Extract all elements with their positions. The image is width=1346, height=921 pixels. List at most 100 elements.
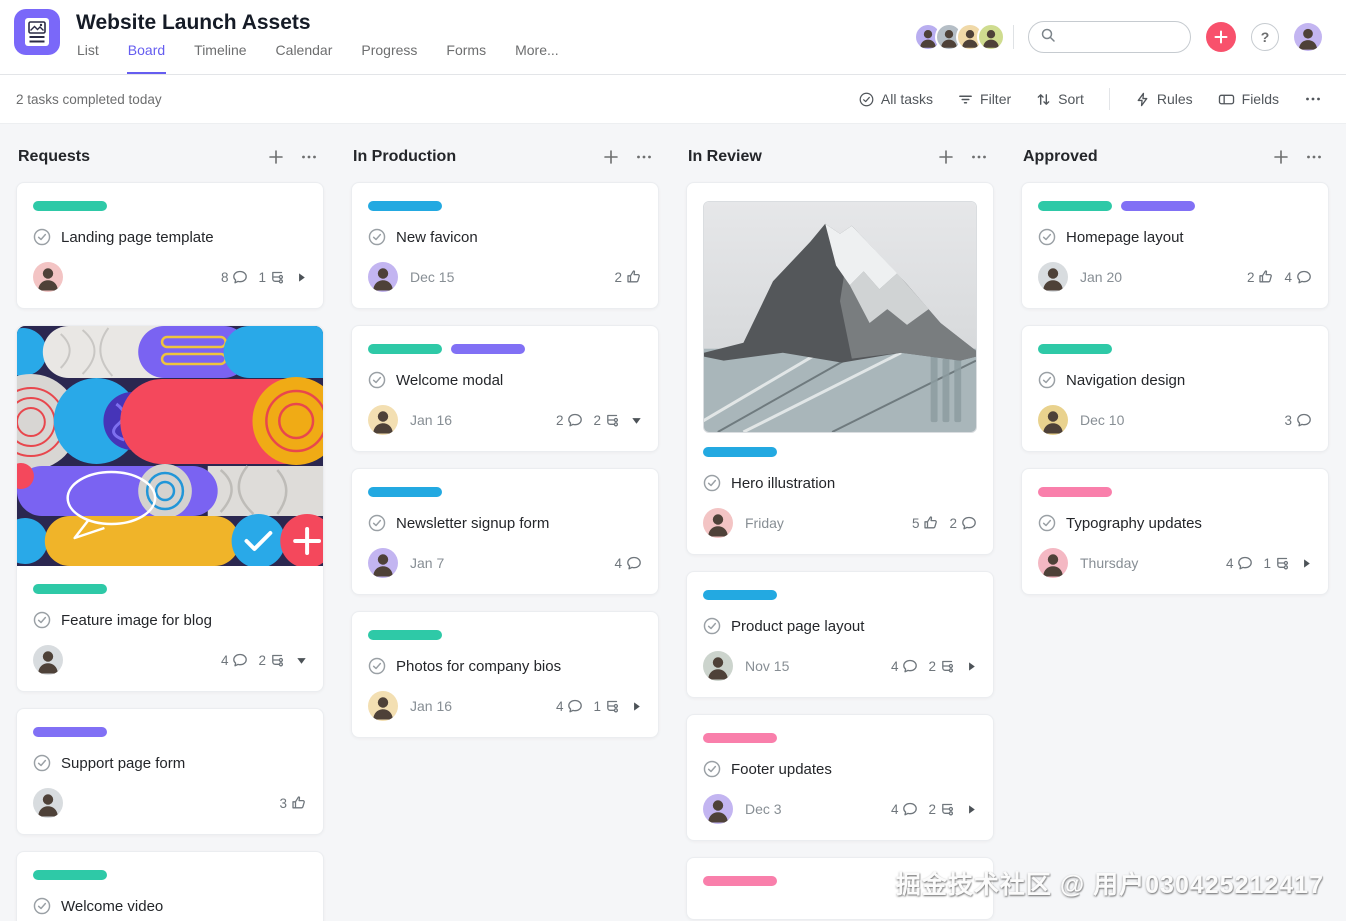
add-task-button[interactable] [938,149,954,165]
task-card[interactable]: Welcome video [16,851,324,921]
board-column: In Production New favicon Dec 15 2 Welcome m… [351,148,659,921]
toolbar-divider [1108,88,1110,110]
tag-bars [33,727,307,737]
task-card[interactable]: Landing page template 8 1 [16,182,324,309]
create-button[interactable] [1206,22,1236,52]
page-title: Website Launch Assets [76,11,311,34]
tag-bars [1038,487,1312,497]
sort-button[interactable]: Sort [1036,91,1084,107]
task-card[interactable]: Newsletter signup form Jan 7 4 [351,468,659,595]
header-divider [1013,25,1014,49]
task-card[interactable] [686,857,994,920]
rules-button[interactable]: Rules [1135,91,1193,107]
task-card[interactable]: Hero illustration Friday 5 2 [686,182,994,555]
task-title: Photos for company bios [396,657,562,675]
tab-progress[interactable]: Progress [360,40,418,74]
tab-forms[interactable]: Forms [445,40,487,74]
check-circle-icon [859,92,874,107]
count-value: 8 [220,269,229,285]
column-menu-button[interactable] [1305,148,1323,166]
tab-list[interactable]: List [76,40,100,74]
tag-bar-pink [703,733,777,743]
task-card[interactable]: Homepage layout Jan 20 2 4 [1021,182,1329,309]
member-avatar[interactable] [977,23,1005,51]
column-menu-button[interactable] [635,148,653,166]
collapse-subtasks-icon[interactable] [296,655,307,666]
ellipsis-icon [1304,90,1322,108]
due-date: Dec 10 [1080,412,1125,428]
tag-bar-pink [703,876,777,886]
task-title: Typography updates [1066,514,1202,532]
like-count: 2 [614,269,642,285]
more-options-button[interactable] [1304,90,1322,108]
task-footer: Friday 5 2 [703,508,977,538]
count-value: 3 [279,795,287,811]
count-value: 3 [1284,412,1292,428]
task-footer: Dec 15 2 [368,262,642,292]
task-card[interactable]: New favicon Dec 15 2 [351,182,659,309]
column-title: In Review [688,148,762,165]
like-icon [923,515,939,531]
task-title-row: Typography updates [1038,514,1312,532]
task-card[interactable]: Welcome modal Jan 16 2 2 [351,325,659,452]
subtask-icon [605,698,621,714]
card-body [687,858,993,919]
collapse-subtasks-icon[interactable] [631,415,642,426]
fields-button[interactable]: Fields [1218,91,1279,107]
tab-more[interactable]: More... [514,40,560,74]
task-title: Support page form [61,754,186,772]
add-task-button[interactable] [1273,149,1289,165]
task-card[interactable]: Typography updates Thursday 4 1 [1021,468,1329,595]
all-tasks-button[interactable]: All tasks [859,91,933,107]
assignee-avatar [33,645,63,675]
column-menu-button[interactable] [970,148,988,166]
card-body: Typography updates Thursday 4 1 [1022,469,1328,594]
task-card[interactable]: Footer updates Dec 342 [686,714,994,841]
tag-bars [703,876,977,886]
subtask-icon [1275,555,1291,571]
plus-icon [1214,30,1228,44]
due-date: Jan 16 [410,412,453,428]
task-card[interactable]: Feature image for blog 4 2 [16,325,324,692]
task-check-icon [33,228,51,246]
expand-subtasks-icon[interactable] [966,661,977,672]
search-input[interactable] [1062,28,1179,46]
task-card[interactable]: Product page layout Nov 15 4 2 [686,571,994,698]
filter-button[interactable]: Filter [958,91,1011,107]
comment-count: 4 [1284,269,1312,285]
subtask-icon [940,658,956,674]
tab-timeline[interactable]: Timeline [193,40,247,74]
add-task-button[interactable] [268,149,284,165]
expand-subtasks-icon[interactable] [966,804,977,815]
assignee-avatar [703,651,733,681]
expand-subtasks-icon[interactable] [296,272,307,283]
task-meta: 41 [1226,555,1291,571]
assignee-avatar [703,508,733,538]
tag-bar-blue [703,590,777,600]
like-icon [1258,269,1274,285]
fields-label: Fields [1241,91,1279,107]
task-card[interactable]: Support page form 3 [16,708,324,835]
profile-avatar[interactable] [1294,23,1322,51]
task-check-icon [368,228,386,246]
tab-calendar[interactable]: Calendar [275,40,334,74]
task-meta: 24 [1247,269,1312,285]
project-logo-icon[interactable] [14,9,60,55]
tab-board[interactable]: Board [126,40,167,74]
comment-icon [567,412,583,428]
search-bar[interactable] [1028,21,1191,53]
task-footer: Jan 20 2 4 [1038,262,1312,292]
help-button[interactable]: ? [1251,23,1279,51]
card-body: Welcome video [17,852,323,921]
count-value: 2 [555,412,564,428]
task-check-icon [703,760,721,778]
task-title: New favicon [396,228,478,246]
task-card[interactable]: Photos for company bios Jan 16 4 1 [351,611,659,738]
task-card[interactable]: Navigation design Dec 10 3 [1021,325,1329,452]
expand-subtasks-icon[interactable] [631,701,642,712]
card-body: Welcome modal Jan 16 2 2 [352,326,658,451]
column-menu-button[interactable] [300,148,318,166]
expand-subtasks-icon[interactable] [1301,558,1312,569]
add-task-button[interactable] [603,149,619,165]
column-title: In Production [353,148,457,165]
